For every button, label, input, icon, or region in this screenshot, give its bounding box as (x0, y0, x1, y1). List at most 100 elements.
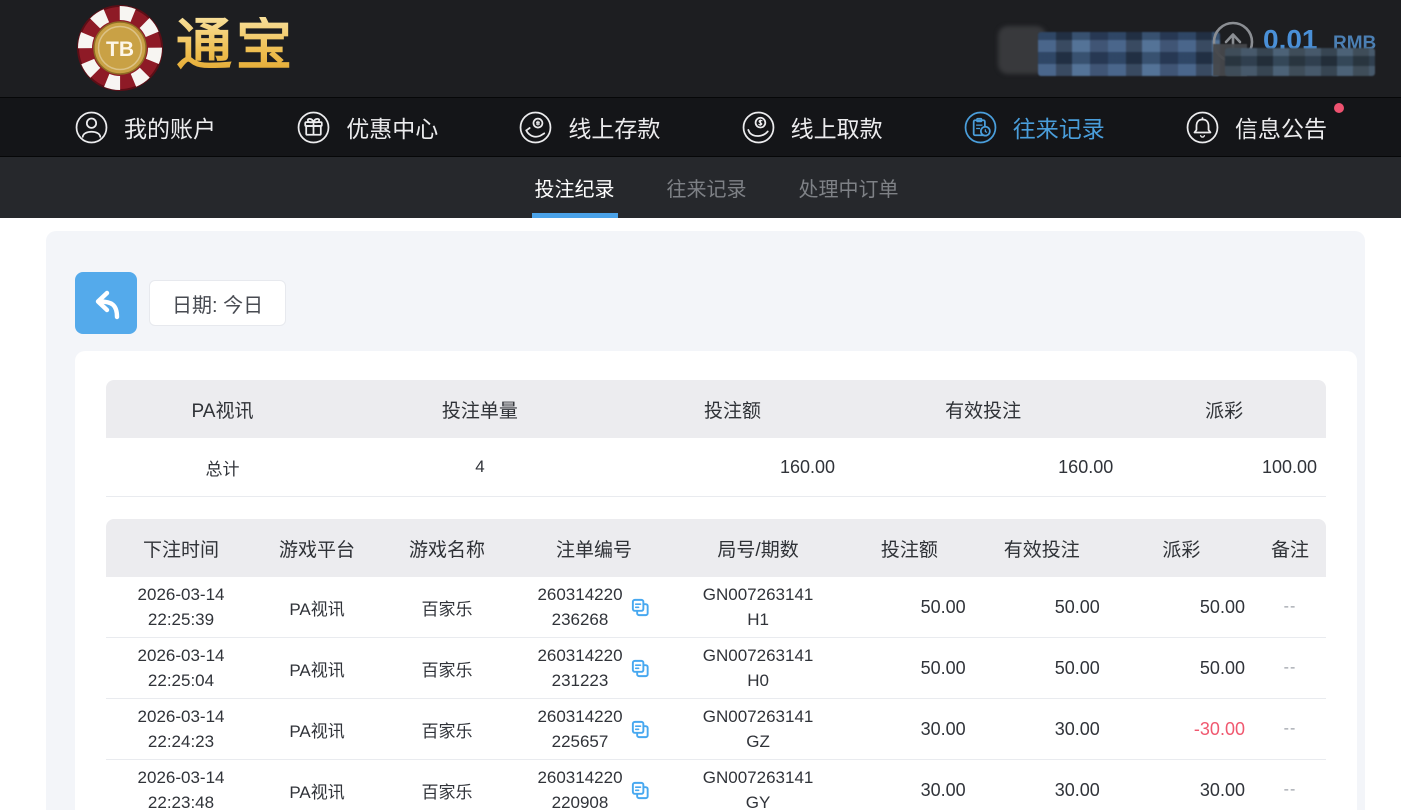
summary-header-valid-bet: 有效投注 (844, 380, 1122, 438)
summary-table: PA视讯 投注单量 投注额 有效投注 派彩 总计 4 160.00 160.00 (106, 380, 1326, 497)
bets-header-bet-no: 注单编号 (516, 519, 672, 577)
cell-platform: PA视讯 (256, 577, 378, 638)
nav-label: 我的账户 (124, 110, 216, 144)
bets-header-round: 局号/期数 (672, 519, 844, 577)
copy-icon[interactable] (630, 658, 651, 679)
bet-row: 2026-03-1422:25:04 PA视讯 百家乐 260314220231… (106, 638, 1326, 699)
bets-header-row: 下注时间 游戏平台 游戏名称 注单编号 局号/期数 投注额 有效投注 派彩 备注 (106, 519, 1326, 577)
cell-game: 百家乐 (378, 638, 516, 699)
cell-bet-no: 260314220231223 (516, 638, 672, 699)
cell-bet-time: 2026-03-1422:25:04 (106, 638, 256, 699)
app-root: TB 通宝 0.01 RMB 我的账户 (0, 0, 1401, 810)
records-icon (963, 110, 998, 145)
cell-platform: PA视讯 (256, 699, 378, 760)
tab-label: 投注纪录 (535, 173, 615, 202)
toolbar: 日期: 今日 (75, 272, 1365, 334)
bets-header-bet-amount: 投注额 (844, 519, 975, 577)
tab-pending-orders[interactable]: 处理中订单 (796, 157, 902, 218)
brand-logo[interactable]: TB 通宝 (76, 0, 296, 97)
copy-icon[interactable] (630, 780, 651, 801)
user-icon (74, 110, 109, 145)
main-navigation: 我的账户 优惠中心 线上存款 (0, 97, 1401, 157)
summary-bet-amount: 160.00 (621, 438, 844, 497)
username-blur-overlay (1038, 32, 1220, 76)
nav-label: 优惠中心 (346, 110, 438, 144)
cell-game: 百家乐 (378, 577, 516, 638)
cell-bet-time: 2026-03-1422:25:39 (106, 577, 256, 638)
bets-header-game: 游戏名称 (378, 519, 516, 577)
sub-navigation: 投注纪录 往来记录 处理中订单 (0, 157, 1401, 218)
summary-header-bet-amount: 投注额 (621, 380, 844, 438)
cell-note: -- (1254, 577, 1326, 638)
back-arrow-icon (86, 283, 126, 323)
tab-transaction-records[interactable]: 往来记录 (664, 157, 750, 218)
bets-header-valid-bet: 有效投注 (975, 519, 1109, 577)
cell-note: -- (1254, 638, 1326, 699)
cell-payout: 30.00 (1109, 760, 1254, 810)
nav-item-online-deposit[interactable]: 线上存款 (518, 110, 660, 145)
nav-item-announcements[interactable]: 信息公告 (1185, 110, 1327, 145)
cell-bet-no: 260314220225657 (516, 699, 672, 760)
bell-icon (1185, 110, 1220, 145)
cell-bet-amount: 50.00 (844, 638, 975, 699)
cell-payout: -30.00 (1109, 699, 1254, 760)
bet-row: 2026-03-1422:25:39 PA视讯 百家乐 260314220236… (106, 577, 1326, 638)
nav-label: 往来记录 (1013, 110, 1105, 144)
cell-round: GN007263141GZ (672, 699, 844, 760)
copy-icon[interactable] (630, 719, 651, 740)
cell-valid-bet: 50.00 (975, 638, 1109, 699)
cell-round: GN007263141H1 (672, 577, 844, 638)
bets-header-payout: 派彩 (1109, 519, 1254, 577)
tab-label: 往来记录 (667, 173, 747, 202)
summary-valid-bet: 160.00 (844, 438, 1122, 497)
summary-total-label: 总计 (106, 438, 339, 497)
copy-icon[interactable] (630, 597, 651, 618)
summary-header-row: PA视讯 投注单量 投注额 有效投注 派彩 (106, 380, 1326, 438)
summary-header-payout: 派彩 (1122, 380, 1326, 438)
nav-label: 线上取款 (791, 110, 883, 144)
date-filter-label: 日期: 今日 (172, 289, 263, 318)
cell-round: GN007263141H0 (672, 638, 844, 699)
cell-bet-amount: 30.00 (844, 760, 975, 810)
logo-badge-text: TB (106, 38, 134, 61)
summary-header-platform: PA视讯 (106, 380, 339, 438)
cell-valid-bet: 50.00 (975, 577, 1109, 638)
back-button[interactable] (75, 272, 137, 334)
withdraw-icon (741, 110, 776, 145)
cell-note: -- (1254, 699, 1326, 760)
cell-game: 百家乐 (378, 760, 516, 810)
cell-bet-time: 2026-03-1422:24:23 (106, 699, 256, 760)
bets-header-note: 备注 (1254, 519, 1326, 577)
date-filter-chip[interactable]: 日期: 今日 (149, 280, 286, 326)
balance-blur-overlay (1225, 48, 1375, 76)
cell-bet-no: 260314220236268 (516, 577, 672, 638)
summary-total-row: 总计 4 160.00 160.00 100.00 (106, 438, 1326, 497)
tab-bet-records[interactable]: 投注纪录 (532, 157, 618, 218)
deposit-icon (518, 110, 553, 145)
cell-valid-bet: 30.00 (975, 699, 1109, 760)
records-card: PA视讯 投注单量 投注额 有效投注 派彩 总计 4 160.00 160.00 (75, 351, 1357, 810)
cell-round: GN007263141GY (672, 760, 844, 810)
cell-payout: 50.00 (1109, 577, 1254, 638)
bet-row: 2026-03-1422:23:48 PA视讯 百家乐 260314220220… (106, 760, 1326, 810)
cell-note: -- (1254, 760, 1326, 810)
notification-badge-dot (1334, 103, 1344, 113)
cell-bet-no: 260314220220908 (516, 760, 672, 810)
cell-bet-amount: 50.00 (844, 577, 975, 638)
nav-item-records[interactable]: 往来记录 (963, 110, 1105, 145)
cell-bet-amount: 30.00 (844, 699, 975, 760)
casino-chip-logo-icon: TB (76, 4, 164, 92)
balance-area[interactable]: 0.01 RMB (1203, 16, 1383, 82)
cell-game: 百家乐 (378, 699, 516, 760)
top-header: TB 通宝 0.01 RMB (0, 0, 1401, 97)
bets-table: 下注时间 游戏平台 游戏名称 注单编号 局号/期数 投注额 有效投注 派彩 备注 (106, 519, 1326, 810)
cell-valid-bet: 30.00 (975, 760, 1109, 810)
tab-label: 处理中订单 (799, 173, 899, 202)
nav-item-promo-center[interactable]: 优惠中心 (296, 110, 438, 145)
nav-item-online-withdraw[interactable]: 线上取款 (741, 110, 883, 145)
summary-header-bet-count: 投注单量 (339, 380, 621, 438)
username-masked[interactable] (990, 24, 1228, 78)
content-panel: 日期: 今日 PA视讯 投注单量 投注额 有效投注 (46, 231, 1365, 810)
nav-item-my-account[interactable]: 我的账户 (74, 110, 216, 145)
bets-header-time: 下注时间 (106, 519, 256, 577)
